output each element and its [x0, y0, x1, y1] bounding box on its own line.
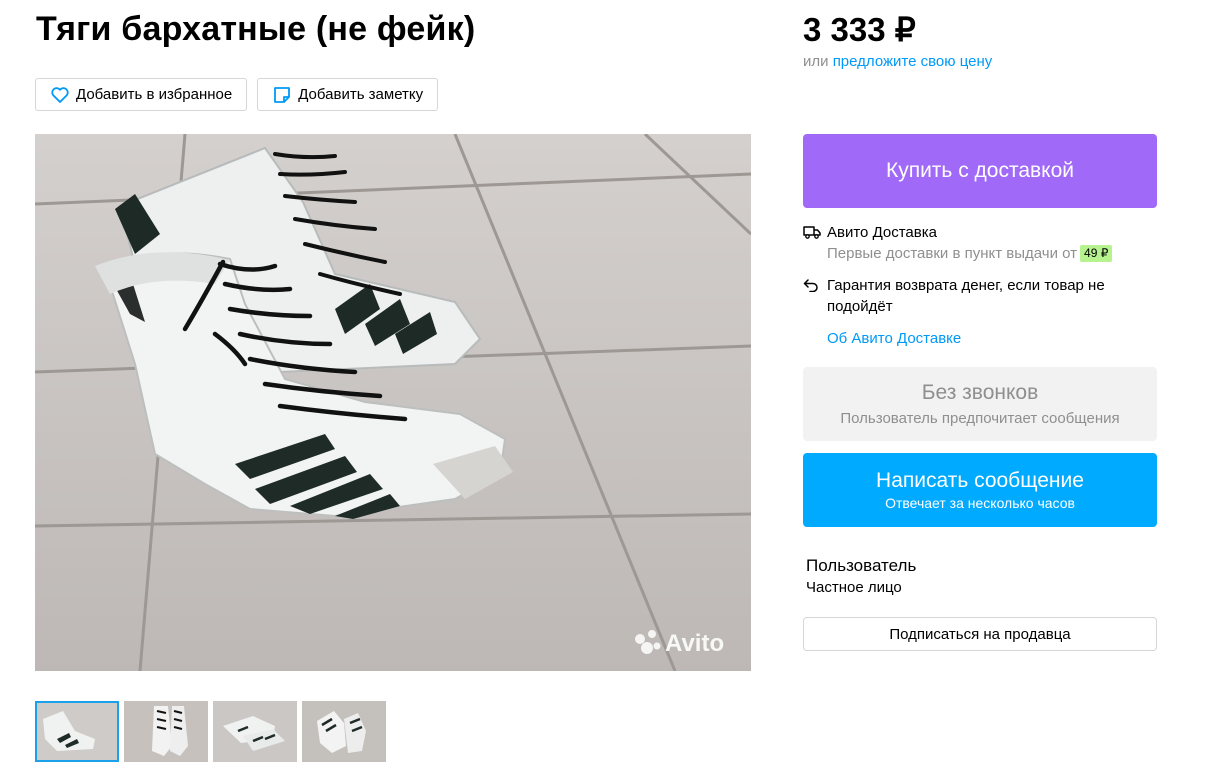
thumbnail-photo — [213, 701, 297, 762]
thumbnail-3[interactable] — [213, 701, 297, 762]
guarantee-row: Гарантия возврата денег, если товар не п… — [803, 275, 1157, 317]
truck-icon — [803, 222, 827, 264]
delivery-note-text: Первые доставки в пункт выдачи от — [827, 245, 1078, 262]
thumbnail-photo — [124, 701, 208, 762]
delivery-title: Авито Доставка — [827, 224, 937, 241]
sneakers-photo: Avito — [35, 134, 751, 671]
delivery-row: Авито Доставка Первые доставки в пункт в… — [803, 222, 1157, 264]
seller-name: Пользователь — [806, 556, 917, 575]
buy-with-delivery-button[interactable]: Купить с доставкой — [803, 134, 1157, 208]
thumbnail-4[interactable] — [302, 701, 386, 762]
add-to-favorites-label: Добавить в избранное — [76, 86, 233, 103]
write-message-label: Написать сообщение — [876, 469, 1084, 492]
watermark-text: Avito — [665, 630, 724, 657]
thumbnail-2[interactable] — [124, 701, 208, 762]
return-arrow-icon — [803, 275, 827, 317]
delivery-note: Первые доставки в пункт выдачи от 49 ₽ — [827, 243, 1113, 264]
about-delivery-link[interactable]: Об Авито Доставке — [827, 330, 961, 347]
add-note-button[interactable]: Добавить заметку — [257, 78, 439, 111]
thumbnail-1[interactable] — [35, 701, 119, 762]
guarantee-text: Гарантия возврата денег, если товар не п… — [827, 277, 1105, 315]
add-to-favorites-button[interactable]: Добавить в избранное — [35, 78, 248, 111]
note-icon — [272, 85, 292, 105]
no-calls-title: Без звонков — [921, 381, 1039, 404]
response-time-note: Отвечает за несколько часов — [885, 495, 1075, 511]
seller-info: Пользователь Частное лицо — [806, 556, 916, 596]
seller-type: Частное лицо — [806, 579, 902, 596]
offer-price-link[interactable]: предложите свою цену — [833, 53, 993, 70]
subscribe-seller-button[interactable]: Подписаться на продавца — [803, 617, 1157, 651]
price-offer: или предложите свою цену — [803, 53, 992, 70]
thumbnail-photo — [35, 701, 119, 762]
write-message-button[interactable]: Написать сообщение Отвечает за несколько… — [803, 453, 1157, 527]
thumbnail-photo — [302, 701, 386, 762]
main-photo[interactable]: Avito — [35, 134, 751, 671]
heart-icon — [50, 85, 70, 105]
listing-actions: Добавить в избранное Добавить заметку — [35, 78, 439, 111]
no-calls-note: Пользователь предпочитает сообщения — [840, 410, 1120, 427]
delivery-price-badge: 49 ₽ — [1080, 245, 1113, 262]
price-offer-prefix: или — [803, 53, 829, 70]
about-delivery-row: Об Авито Доставке — [803, 328, 1157, 349]
add-note-label: Добавить заметку — [298, 86, 424, 103]
photo-thumbnails — [35, 701, 386, 762]
price: 3 333 ₽ — [803, 11, 916, 48]
delivery-info: Авито Доставка Первые доставки в пункт в… — [803, 222, 1157, 349]
no-calls-notice: Без звонков Пользователь предпочитает со… — [803, 367, 1157, 441]
listing-title: Тяги бархатные (не фейк) — [36, 10, 476, 48]
